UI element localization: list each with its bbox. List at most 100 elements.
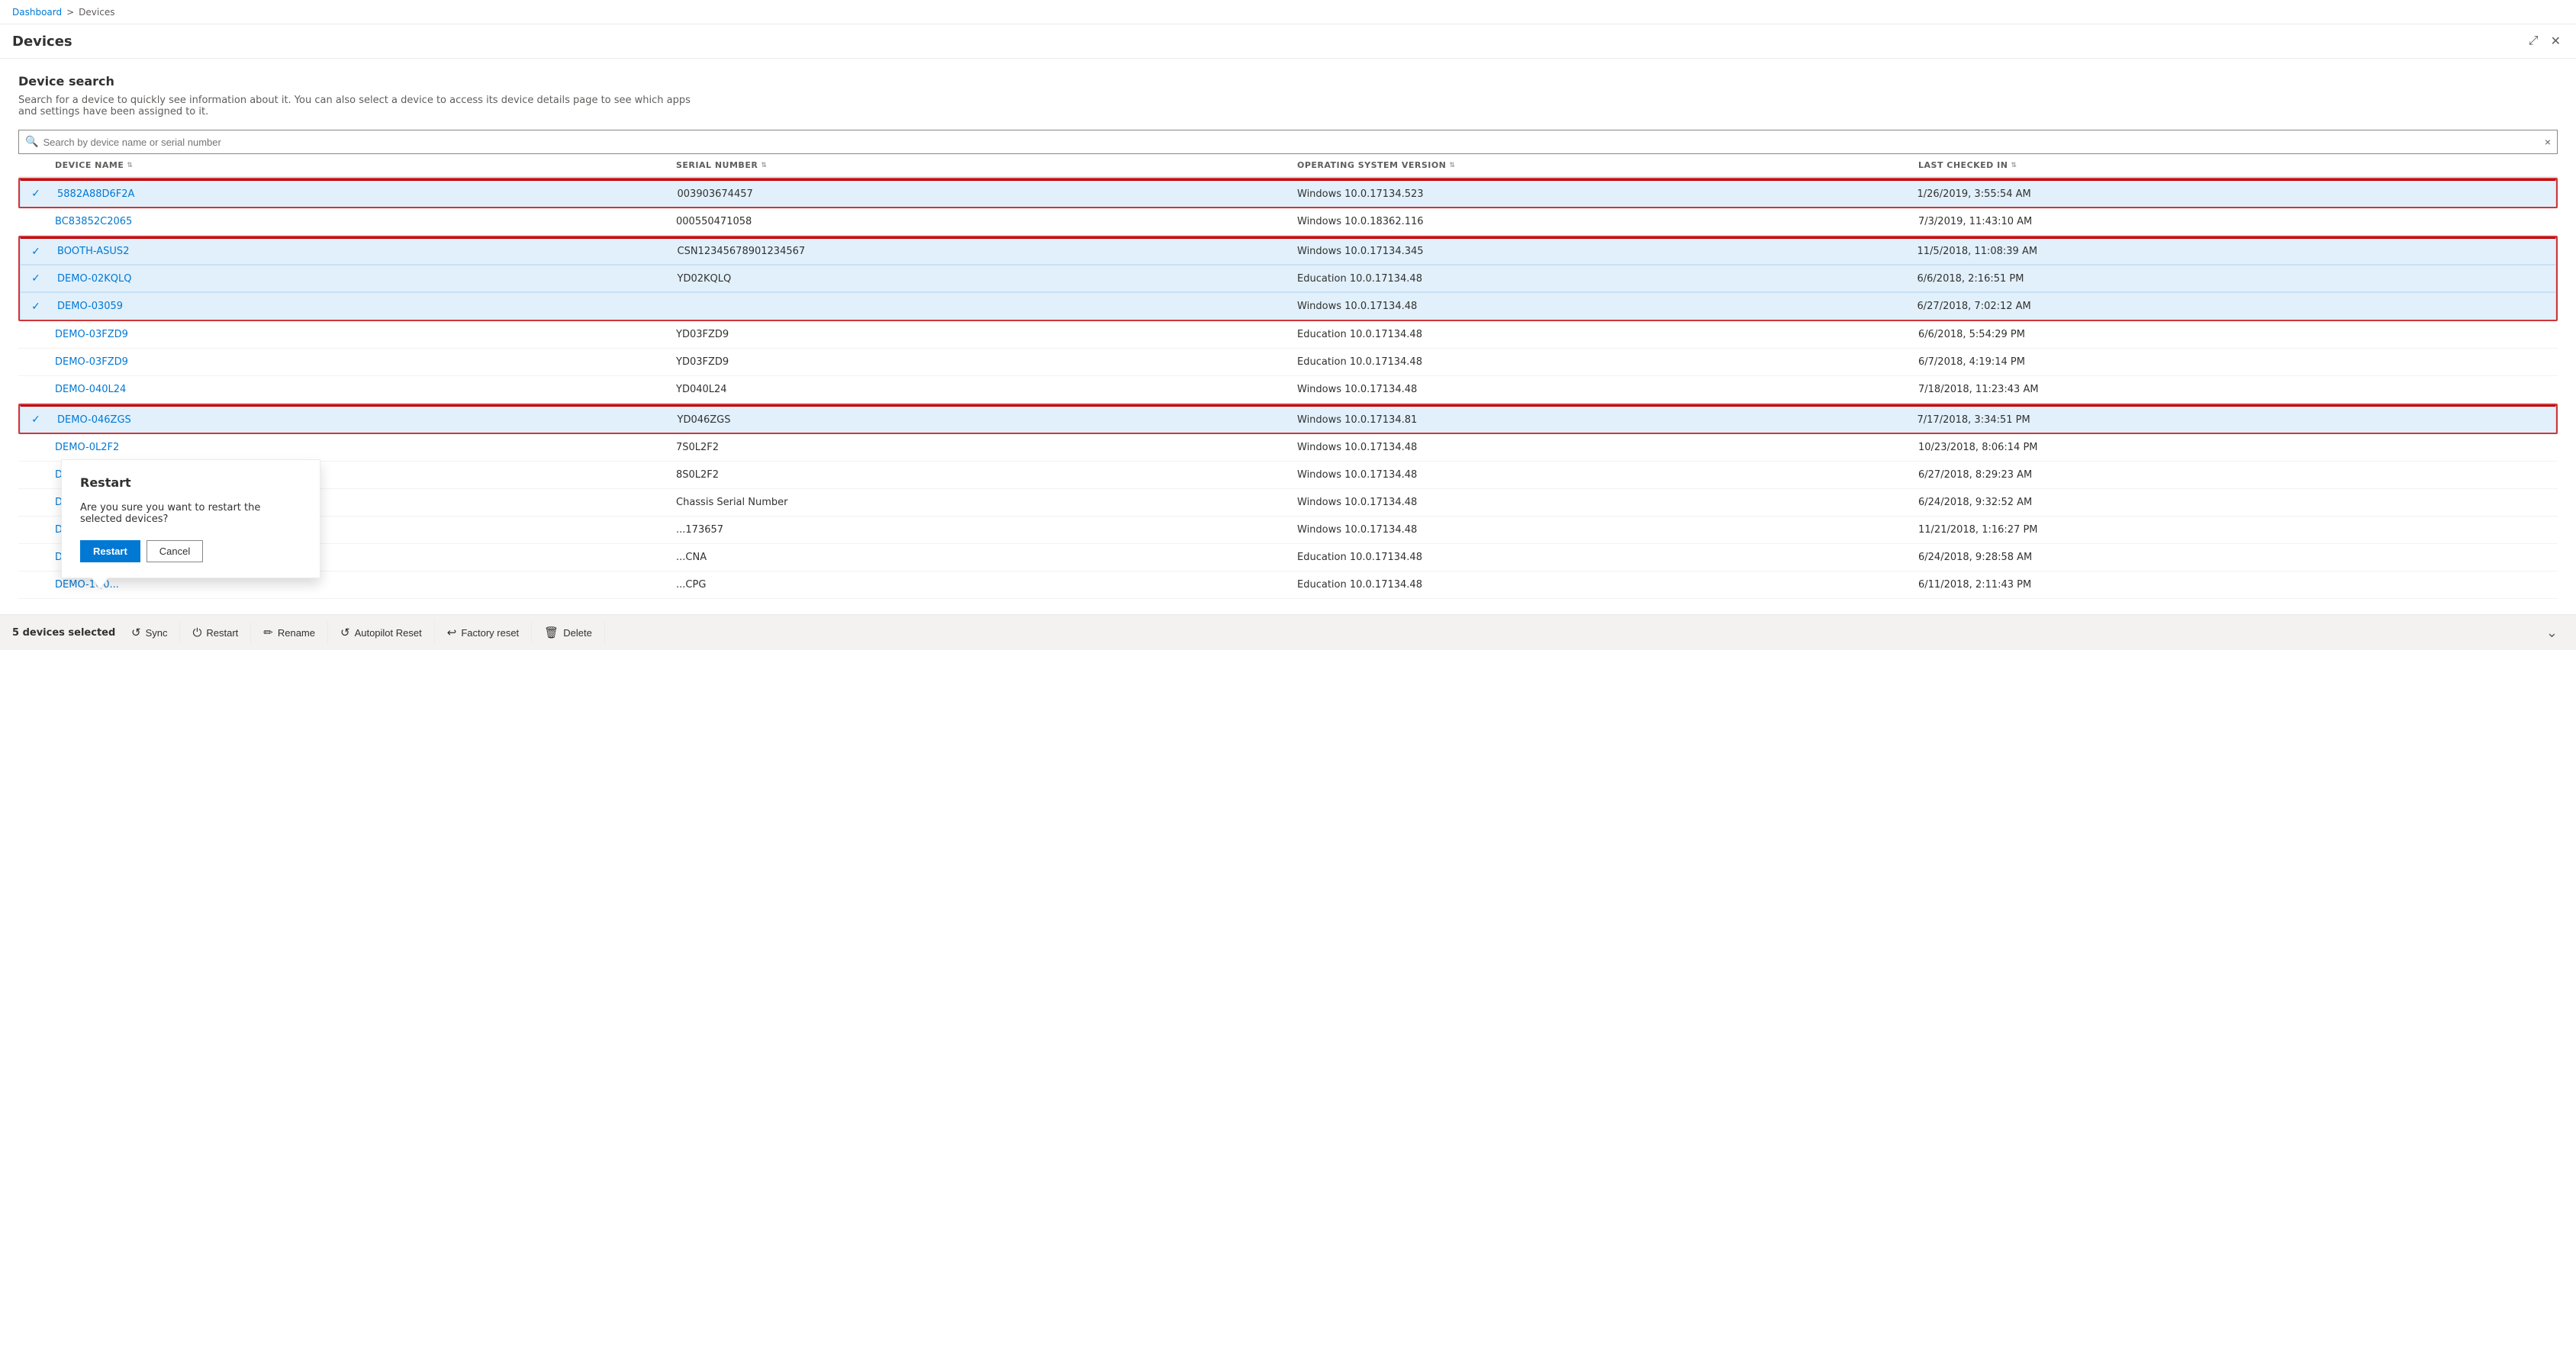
- breadcrumb-current: Devices: [79, 7, 114, 18]
- action-buttons: ↺ Sync ⏻ Restart ✏ Rename ↺ Autopilot Re…: [119, 621, 605, 644]
- table-row[interactable]: BC83852C2065000550471058Windows 10.0.183…: [18, 208, 2558, 236]
- row-device-name[interactable]: DEMO-03059: [51, 301, 671, 312]
- section-desc: Search for a device to quickly see infor…: [18, 95, 705, 117]
- expand-button[interactable]: ⌄: [2540, 622, 2564, 644]
- sort-os-icon: ⇅: [1449, 162, 1455, 169]
- table-row[interactable]: DEMO-0L2F28S0L2F2Windows 10.0.17134.486/…: [18, 462, 2558, 489]
- row-last-checked_in: 7/17/2018, 3:34:51 PM: [1911, 414, 2532, 426]
- row-os-version: Education 10.0.17134.48: [1291, 356, 1912, 368]
- autopilot-reset-button[interactable]: ↺ Autopilot Reset: [328, 621, 435, 644]
- breadcrumb-separator: >: [66, 7, 74, 18]
- col-check: [18, 160, 49, 170]
- dialog-confirm-button[interactable]: Restart: [80, 540, 140, 562]
- restart-button[interactable]: ⏻ Restart: [180, 622, 251, 644]
- table-row[interactable]: DEMO-03FZD9YD03FZD9Education 10.0.17134.…: [18, 321, 2558, 349]
- row-serial-number: ...CNA: [670, 552, 1291, 563]
- row-last-checked_in: 11/5/2018, 11:08:39 AM: [1911, 246, 2532, 257]
- panel-header: Devices ⤢ ✕: [0, 24, 2576, 59]
- row-check[interactable]: ✓: [21, 188, 51, 200]
- row-os-version: Windows 10.0.17134.523: [1291, 188, 1911, 200]
- row-last-checked_in: 6/11/2018, 2:11:43 PM: [1912, 579, 2533, 591]
- table-row[interactable]: ✓5882A88D6F2A003903674457Windows 10.0.17…: [20, 179, 2556, 207]
- row-last-checked_in: 6/6/2018, 2:16:51 PM: [1911, 273, 2532, 285]
- row-last-checked_in: 7/3/2019, 11:43:10 AM: [1912, 216, 2533, 227]
- table-row[interactable]: ✓DEMO-046ZGSYD046ZGSWindows 10.0.17134.8…: [20, 405, 2556, 433]
- row-os-version: Education 10.0.17134.48: [1291, 552, 1912, 563]
- selected-group: ✓5882A88D6F2A003903674457Windows 10.0.17…: [18, 178, 2558, 208]
- close-button[interactable]: ✕: [2548, 31, 2564, 52]
- section-title: Device search: [18, 74, 2558, 89]
- row-serial-number: ...CPG: [670, 579, 1291, 591]
- table-row[interactable]: DEMO-1Q0......CNAEducation 10.0.17134.48…: [18, 544, 2558, 571]
- row-check[interactable]: ✓: [21, 414, 51, 426]
- delete-icon: 🗑: [544, 626, 559, 639]
- row-device-name[interactable]: DEMO-03FZD9: [49, 329, 670, 340]
- search-input[interactable]: [43, 137, 2544, 148]
- row-last-checked_in: 6/24/2018, 9:32:52 AM: [1912, 497, 2533, 508]
- panel-actions: ⤢ ✕: [2526, 31, 2564, 52]
- search-icon: 🔍: [25, 136, 38, 148]
- row-device-name[interactable]: BC83852C2065: [49, 216, 670, 227]
- row-last-checked_in: 10/23/2018, 8:06:14 PM: [1912, 442, 2533, 453]
- row-serial-number: 7S0L2F2: [670, 442, 1291, 453]
- row-check[interactable]: ✓: [21, 272, 51, 285]
- restart-icon: ⏻: [192, 626, 201, 639]
- table-row[interactable]: DEMO-03FZD9YD03FZD9Education 10.0.17134.…: [18, 349, 2558, 376]
- breadcrumb-home[interactable]: Dashboard: [12, 7, 62, 18]
- row-check[interactable]: ✓: [21, 246, 51, 258]
- search-clear-button[interactable]: ×: [2545, 136, 2551, 148]
- panel-body: Device search Search for a device to qui…: [0, 59, 2576, 614]
- col-device-name[interactable]: DEVICE NAME ⇅: [49, 160, 670, 170]
- table-row[interactable]: DEMO-0L2F27S0L2F2Windows 10.0.17134.4810…: [18, 434, 2558, 462]
- row-last-checked_in: 7/18/2018, 11:23:43 AM: [1912, 384, 2533, 395]
- row-os-version: Windows 10.0.17134.48: [1291, 497, 1912, 508]
- factory-reset-button[interactable]: ↩ Factory reset: [435, 621, 532, 644]
- dialog-body: Are you sure you want to restart the sel…: [80, 502, 301, 525]
- table-row[interactable]: DEMO-173......173657Windows 10.0.17134.4…: [18, 517, 2558, 544]
- row-device-name[interactable]: DEMO-02KQLQ: [51, 273, 671, 285]
- row-check[interactable]: ✓: [21, 301, 51, 313]
- sort-checked-icon: ⇅: [2011, 162, 2017, 169]
- factory-reset-icon: ↩: [447, 626, 457, 639]
- table-row[interactable]: ✓BOOTH-ASUS2CSN12345678901234567Windows …: [20, 237, 2556, 265]
- row-device-name[interactable]: DEMO-03FZD9: [49, 356, 670, 368]
- col-action: [2533, 160, 2558, 170]
- autopilot-reset-icon: ↺: [340, 626, 350, 639]
- devices-panel: Devices ⤢ ✕ Device search Search for a d…: [0, 24, 2576, 1352]
- table-row[interactable]: DEMO-14S00Chassis Serial NumberWindows 1…: [18, 489, 2558, 517]
- row-os-version: Windows 10.0.17134.345: [1291, 246, 1911, 257]
- row-os-version: Windows 10.0.17134.48: [1291, 469, 1912, 481]
- row-os-version: Education 10.0.17134.48: [1291, 579, 1912, 591]
- sort-serial-icon: ⇅: [761, 162, 767, 169]
- rename-button[interactable]: ✏ Rename: [251, 621, 328, 644]
- delete-button[interactable]: 🗑 Delete: [532, 621, 605, 644]
- row-device-name[interactable]: 5882A88D6F2A: [51, 188, 671, 200]
- row-serial-number: YD046ZGS: [671, 414, 1292, 426]
- row-device-name[interactable]: DEMO-0L2F2: [49, 442, 670, 453]
- table-row[interactable]: ✓DEMO-02KQLQYD02KQLQEducation 10.0.17134…: [20, 265, 2556, 292]
- row-serial-number: ...173657: [670, 524, 1291, 536]
- row-device-name[interactable]: DEMO-1Q0...: [49, 579, 670, 591]
- row-serial-number: CSN12345678901234567: [671, 246, 1292, 257]
- pin-button[interactable]: ⤢: [2526, 31, 2542, 52]
- col-os-version[interactable]: OPERATING SYSTEM VERSION ⇅: [1291, 160, 1912, 170]
- dialog-cancel-button[interactable]: Cancel: [147, 540, 203, 562]
- row-last-checked_in: 6/24/2018, 9:28:58 AM: [1912, 552, 2533, 563]
- row-os-version: Windows 10.0.17134.48: [1291, 442, 1912, 453]
- col-last-checked[interactable]: LAST CHECKED IN ⇅: [1912, 160, 2533, 170]
- status-bar: 5 devices selected ↺ Sync ⏻ Restart ✏ Re…: [0, 614, 2576, 650]
- breadcrumb: Dashboard > Devices: [12, 7, 114, 18]
- sync-button[interactable]: ↺ Sync: [119, 621, 180, 644]
- row-last-checked_in: 11/21/2018, 1:16:27 PM: [1912, 524, 2533, 536]
- row-last-checked_in: 1/26/2019, 3:55:54 AM: [1911, 188, 2532, 200]
- row-os-version: Windows 10.0.18362.116: [1291, 216, 1912, 227]
- row-device-name[interactable]: DEMO-046ZGS: [51, 414, 671, 426]
- table-row[interactable]: DEMO-1Q0......CPGEducation 10.0.17134.48…: [18, 571, 2558, 599]
- dialog-actions: Restart Cancel: [80, 540, 301, 562]
- row-os-version: Windows 10.0.17134.81: [1291, 414, 1911, 426]
- table-row[interactable]: DEMO-040L24YD040L24Windows 10.0.17134.48…: [18, 376, 2558, 404]
- row-device-name[interactable]: BOOTH-ASUS2: [51, 246, 671, 257]
- row-device-name[interactable]: DEMO-040L24: [49, 384, 670, 395]
- table-row[interactable]: ✓DEMO-03059Windows 10.0.17134.486/27/201…: [20, 292, 2556, 320]
- col-serial-number[interactable]: SERIAL NUMBER ⇅: [670, 160, 1291, 170]
